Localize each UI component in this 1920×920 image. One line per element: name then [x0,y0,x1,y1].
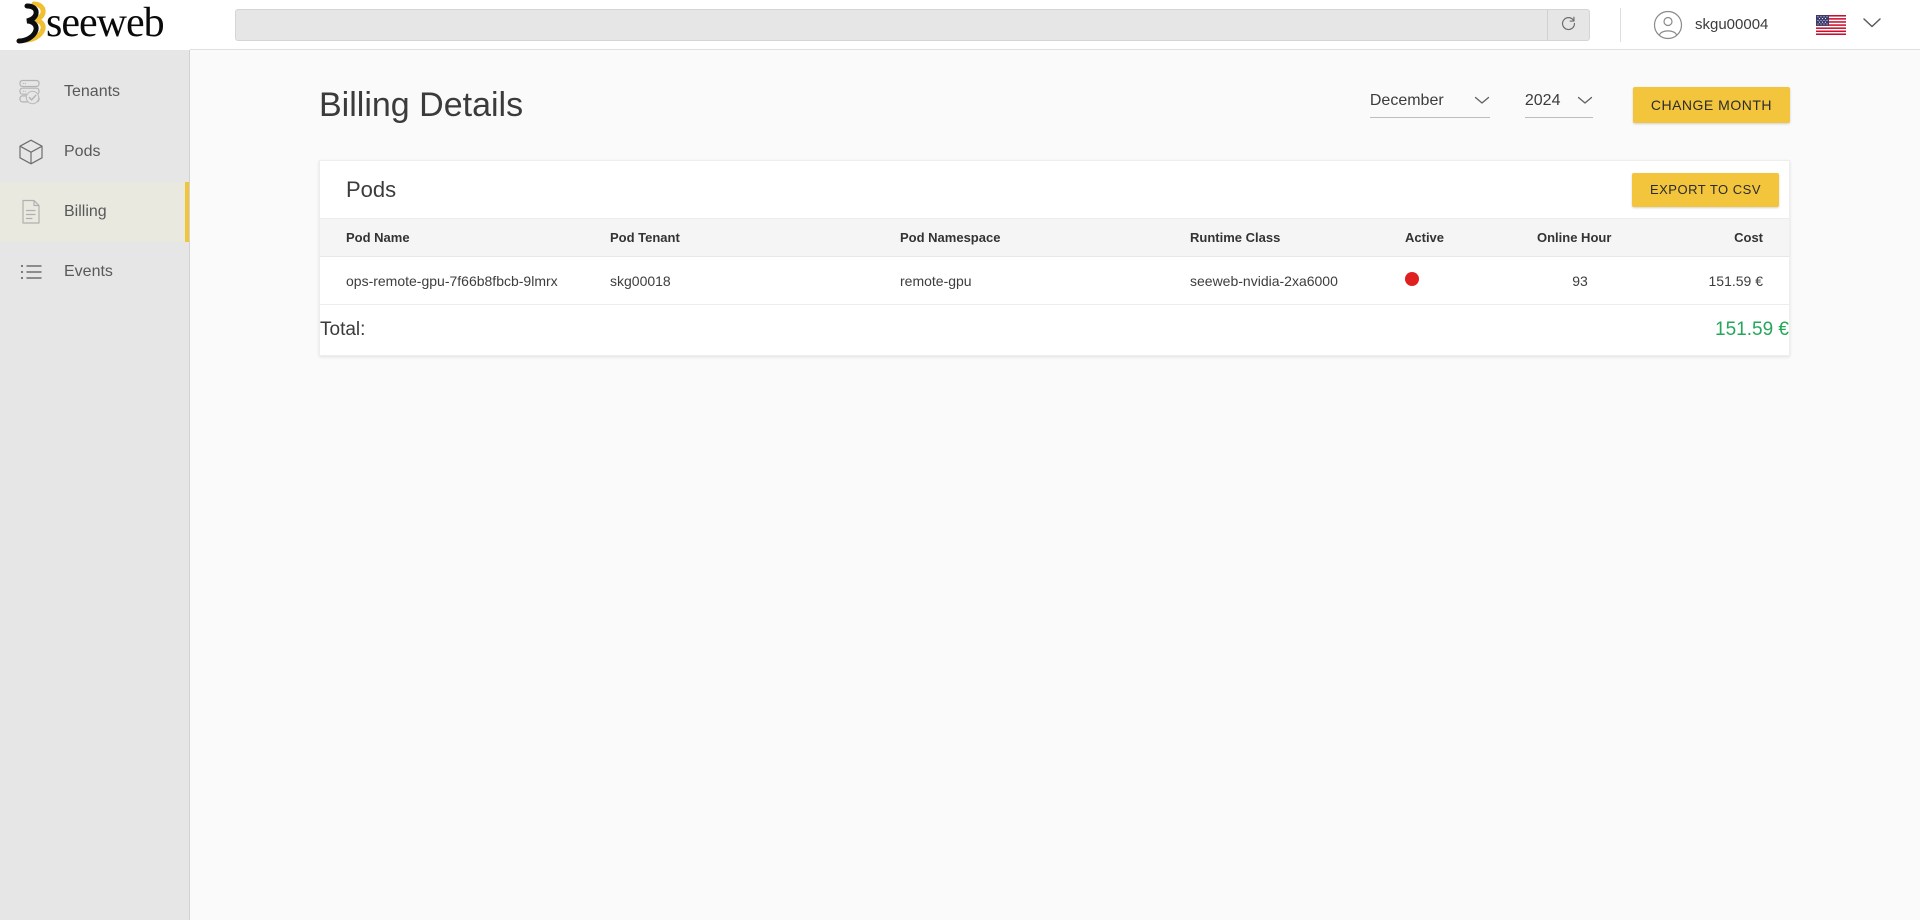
sidebar-item-label: Billing [64,203,107,220]
total-value: 151.59 € [1715,319,1789,340]
column-header-runtime-class: Runtime Class [1190,218,1405,257]
sidebar-item-label: Tenants [64,83,121,100]
cell-pod-namespace: remote-gpu [900,256,1190,305]
cell-active [1405,256,1515,305]
sidebar: Tenants Pods Billing Events [0,50,190,920]
page-header: Billing Details December 2024 CHANGE MON… [191,50,1920,160]
column-header-pod-tenant: Pod Tenant [610,218,900,257]
export-to-csv-button[interactable]: EXPORT TO CSV [1631,172,1779,207]
table-header: Pod Name Pod Tenant Pod Namespace Runtim… [320,218,1789,257]
chevron-down-icon [1862,16,1882,34]
brand-wordmark: seeweb [46,0,165,46]
total-label: Total: [320,319,366,340]
column-header-pod-name: Pod Name [320,218,610,257]
table-total-row: Total: 151.59 € [320,305,1789,356]
user-avatar-icon [1653,10,1683,40]
sidebar-item-label: Events [64,263,113,280]
global-search[interactable] [235,8,1590,41]
server-check-icon [14,75,48,109]
user-name: skgu00004 [1695,16,1769,33]
month-select-value: December [1369,92,1444,109]
topbar-divider [1620,7,1621,42]
sidebar-item-label: Pods [64,143,101,160]
column-header-active: Active [1405,218,1515,257]
search-input[interactable] [236,9,1547,40]
us-flag-icon [1816,14,1847,35]
top-bar: seeweb skgu00004 [0,0,1920,50]
list-icon [14,255,48,289]
year-select[interactable]: 2024 [1524,92,1593,118]
seeweb-logo-mark-icon [14,1,48,45]
year-select-value: 2024 [1524,92,1561,109]
refresh-icon [1560,15,1577,35]
sidebar-item-billing[interactable]: Billing [0,182,189,242]
pods-billing-card: Pods EXPORT TO CSV Pod Name Pod Tenant P… [319,160,1790,356]
user-menu[interactable]: skgu00004 [1653,10,1768,40]
column-header-pod-namespace: Pod Namespace [900,218,1190,257]
billing-period-controls: December 2024 CHANGE MONTH [1369,87,1790,123]
chevron-down-icon [1577,92,1593,110]
card-header: Pods EXPORT TO CSV [320,161,1789,218]
card-title: Pods [346,176,397,202]
language-selector[interactable] [1816,14,1882,35]
table-row[interactable]: ops-remote-gpu-7f66b8fbcb-9lmrx skg00018… [320,256,1789,305]
column-header-cost: Cost [1645,218,1789,257]
refresh-button[interactable] [1547,9,1589,40]
table-header-row: Pod Name Pod Tenant Pod Namespace Runtim… [320,218,1789,257]
table-body: ops-remote-gpu-7f66b8fbcb-9lmrx skg00018… [320,256,1789,356]
page-title: Billing Details [319,85,524,124]
sidebar-item-tenants[interactable]: Tenants [0,62,189,122]
status-dot-icon [1405,272,1419,286]
cell-runtime-class: seeweb-nvidia-2xa6000 [1190,256,1405,305]
main-content: Billing Details December 2024 CHANGE MON… [191,50,1920,920]
document-icon [14,195,48,229]
cell-cost: 151.59 € [1645,256,1789,305]
column-header-online-hour: Online Hour [1515,218,1645,257]
cell-pod-name: ops-remote-gpu-7f66b8fbcb-9lmrx [320,256,610,305]
month-select[interactable]: December [1369,92,1490,118]
sidebar-item-events[interactable]: Events [0,242,189,302]
pods-billing-table: Pod Name Pod Tenant Pod Namespace Runtim… [320,218,1789,355]
cell-pod-tenant: skg00018 [610,256,900,305]
brand-logo[interactable]: seeweb [0,0,190,50]
cell-online-hour: 93 [1515,256,1645,305]
change-month-button[interactable]: CHANGE MONTH [1632,87,1790,123]
sidebar-item-pods[interactable]: Pods [0,122,189,182]
chevron-down-icon [1474,92,1490,110]
cube-icon [14,135,48,169]
